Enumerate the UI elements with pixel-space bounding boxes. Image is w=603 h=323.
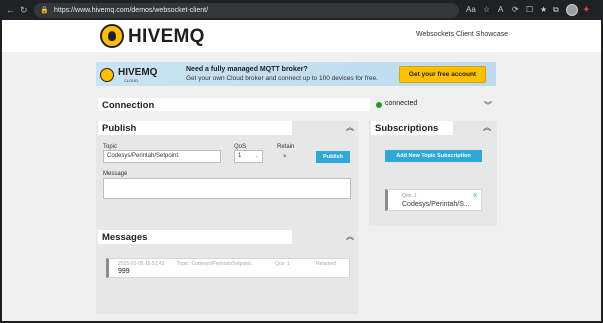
message-item[interactable]: 2025-01-05 15:51:43 Topic: Codesys/Perin…: [106, 258, 350, 278]
hivemq-bee-logo-icon[interactable]: [100, 24, 124, 48]
message-label: Message: [103, 171, 128, 177]
lock-icon: 🔒: [40, 7, 49, 14]
page-content: HIVEMQ Websockets Client Showcase HIVEMQ…: [2, 20, 601, 321]
copilot-icon[interactable]: ✦: [583, 5, 590, 15]
subscription-item[interactable]: Qos: 1 Codesys/Perintah/S... x: [385, 189, 482, 211]
banner-subtitle: Get your own Cloud broker and connect up…: [186, 75, 378, 82]
add-subscription-button[interactable]: Add New Topic Subscription: [385, 150, 482, 162]
translate-icon[interactable]: A: [498, 5, 503, 15]
collapse-messages-icon[interactable]: ︽: [346, 233, 354, 241]
message-qos: Qos: 1: [275, 261, 290, 267]
refresh-extension-icon[interactable]: ⟳: [512, 5, 519, 15]
publish-title: Publish: [102, 123, 137, 134]
retain-label: Retain: [277, 144, 295, 150]
favorite-icon[interactable]: ☆: [483, 5, 490, 15]
dropdown-icon: ⌄: [254, 153, 259, 159]
message-retained: Retained: [316, 261, 337, 267]
collapse-subscriptions-icon[interactable]: ︽: [483, 124, 491, 132]
get-free-account-button[interactable]: Get your free account: [399, 66, 486, 83]
promo-banner: HIVEMQ CLOUD Need a fully managed MQTT b…: [96, 62, 496, 86]
address-bar[interactable]: 🔒 https://www.hivemq.com/demos/websocket…: [34, 3, 459, 18]
message-textarea[interactable]: [103, 178, 351, 199]
back-icon[interactable]: ←: [6, 5, 15, 15]
site-header: HIVEMQ Websockets Client Showcase: [2, 20, 601, 52]
publish-button[interactable]: Publish: [316, 151, 350, 163]
retain-checkbox[interactable]: ×: [283, 154, 287, 160]
expand-connection-icon[interactable]: ︾: [484, 102, 492, 110]
qos-select[interactable]: 1 ⌄: [234, 150, 263, 163]
showcase-title: Websockets Client Showcase: [416, 31, 509, 38]
profile-avatar[interactable]: [566, 4, 578, 16]
topic-input[interactable]: Codesys/Perintah/Setpoint.: [103, 150, 221, 163]
connection-status-dot: [376, 102, 382, 108]
banner-bee-icon: [100, 68, 114, 82]
subscription-topic: Codesys/Perintah/S...: [402, 201, 470, 208]
banner-title: Need a fully managed MQTT broker?: [186, 66, 308, 73]
subscriptions-title: Subscriptions: [375, 123, 439, 134]
reload-icon[interactable]: ↻: [20, 5, 28, 15]
split-screen-icon[interactable]: ☐: [526, 5, 533, 15]
banner-logo-sub: CLOUD: [124, 78, 139, 83]
favorites-bar-icon[interactable]: ★: [540, 5, 547, 15]
messages-title: Messages: [102, 232, 148, 243]
message-payload: 999: [118, 268, 130, 275]
subscription-qos: Qos: 1: [402, 193, 417, 199]
collapse-publish-icon[interactable]: ︽: [346, 124, 354, 132]
logo-text[interactable]: HIVEMQ: [128, 26, 205, 48]
qos-value: 1: [238, 153, 242, 159]
banner-logo-text: HIVEMQ: [118, 67, 158, 78]
read-aloud-icon[interactable]: Aa: [466, 5, 476, 15]
url-text[interactable]: https://www.hivemq.com/demos/websocket-c…: [54, 6, 208, 15]
connection-status-text: connected: [385, 100, 418, 107]
message-topic: Topic: Codesys/Perintah/Setpoint.: [177, 261, 253, 267]
collections-icon[interactable]: ⧉: [553, 5, 559, 15]
connection-title: Connection: [102, 100, 155, 111]
message-timestamp: 2025-01-05 15:51:43: [118, 261, 165, 267]
remove-subscription-icon[interactable]: x: [474, 192, 478, 199]
browser-toolbar: ← ↻ 🔒 https://www.hivemq.com/demos/webso…: [0, 0, 603, 20]
